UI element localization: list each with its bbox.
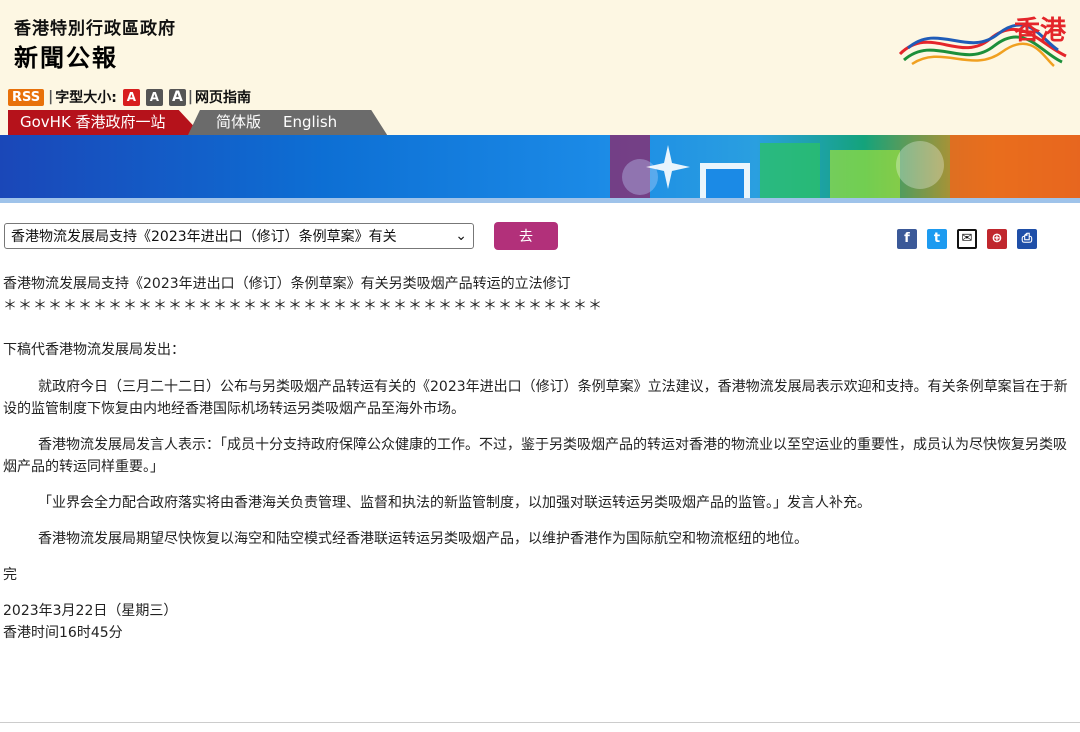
article-select-value: 香港物流发展局支持《2023年进出口（修订）条例草案》有关 [11,229,397,245]
article-select-controls: 香港物流发展局支持《2023年进出口（修订）条例草案》有关 ⌄ 去 [4,222,558,250]
utility-toolbar: RSS | 字型大小: A A A | 网页指南 [8,86,251,108]
font-size-large-button[interactable]: A [168,88,186,106]
article-paragraph-1: 就政府今日（三月二十二日）公布与另类吸烟产品转运有关的《2023年进出口（修订）… [3,379,1068,417]
email-icon[interactable]: ✉ [957,229,977,249]
go-button[interactable]: 去 [494,222,558,250]
article-intro: 下稿代香港物流发展局发出： [3,342,185,358]
press-release-title: 新聞公報 [14,44,118,72]
twitter-icon[interactable]: t [927,229,947,249]
top-nav: GovHK 香港政府一站通 简体版 English [8,110,388,135]
chevron-down-icon: ⌄ [455,228,467,244]
header-banner [0,135,1080,203]
footer-divider [0,722,1080,723]
article-paragraph-4: 香港物流发展局期望尽快恢复以海空和陆空模式经香港联运转运另类吸烟产品，以维护香港… [38,531,808,547]
brand-hong-kong-logo[interactable]: 香港 [890,4,1076,76]
simplified-chinese-link[interactable]: 简体版 [216,110,261,135]
share-toolbar: f t ✉ ⊕ ⎙ [897,229,1037,249]
rss-button[interactable]: RSS [8,88,45,106]
article-paragraph-2: 香港物流发展局发言人表示：「成员十分支持政府保障公众健康的工作。不过，鉴于另类吸… [3,437,1067,475]
separator: | [187,89,194,105]
language-nav: 简体版 English [188,110,388,135]
banner-skyline-graphic [610,135,1080,203]
facebook-icon[interactable]: f [897,229,917,249]
stars-separator: ＊＊＊＊＊＊＊＊＊＊＊＊＊＊＊＊＊＊＊＊＊＊＊＊＊＊＊＊＊＊＊＊＊＊＊＊＊＊＊＊ [3,298,603,314]
bookmark-icon[interactable]: ⊕ [987,229,1007,249]
print-icon[interactable]: ⎙ [1017,229,1037,249]
article-select[interactable]: 香港物流发展局支持《2023年进出口（修订）条例草案》有关 ⌄ [4,223,474,249]
press-release-article: 香港物流发展局支持《2023年进出口（修订）条例草案》有关另类吸烟产品转运的立法… [3,273,1073,644]
article-paragraph-3: 「业界会全力配合政府落实将由香港海关负责管理、监督和执法的新监管制度，以加强对联… [38,495,871,511]
brand-text: 香港 [1013,16,1066,46]
english-link[interactable]: English [283,110,337,135]
govhk-link[interactable]: GovHK 香港政府一站通 [8,110,202,135]
article-end-mark: 完 [3,567,17,583]
banner-bottom-strip [0,198,1080,203]
article-time: 香港时间16时45分 [3,625,123,641]
article-date: 2023年3月22日（星期三） [3,603,178,619]
web-guide-link[interactable]: 网页指南 [195,87,251,107]
font-size-medium-button[interactable]: A [145,88,163,106]
separator: | [48,89,54,105]
gov-title: 香港特別行政區政府 [14,19,176,39]
font-size-small-button[interactable]: A [122,88,140,106]
font-size-label: 字型大小: [55,90,117,106]
article-title: 香港物流发展局支持《2023年进出口（修订）条例草案》有关另类吸烟产品转运的立法… [3,276,571,292]
